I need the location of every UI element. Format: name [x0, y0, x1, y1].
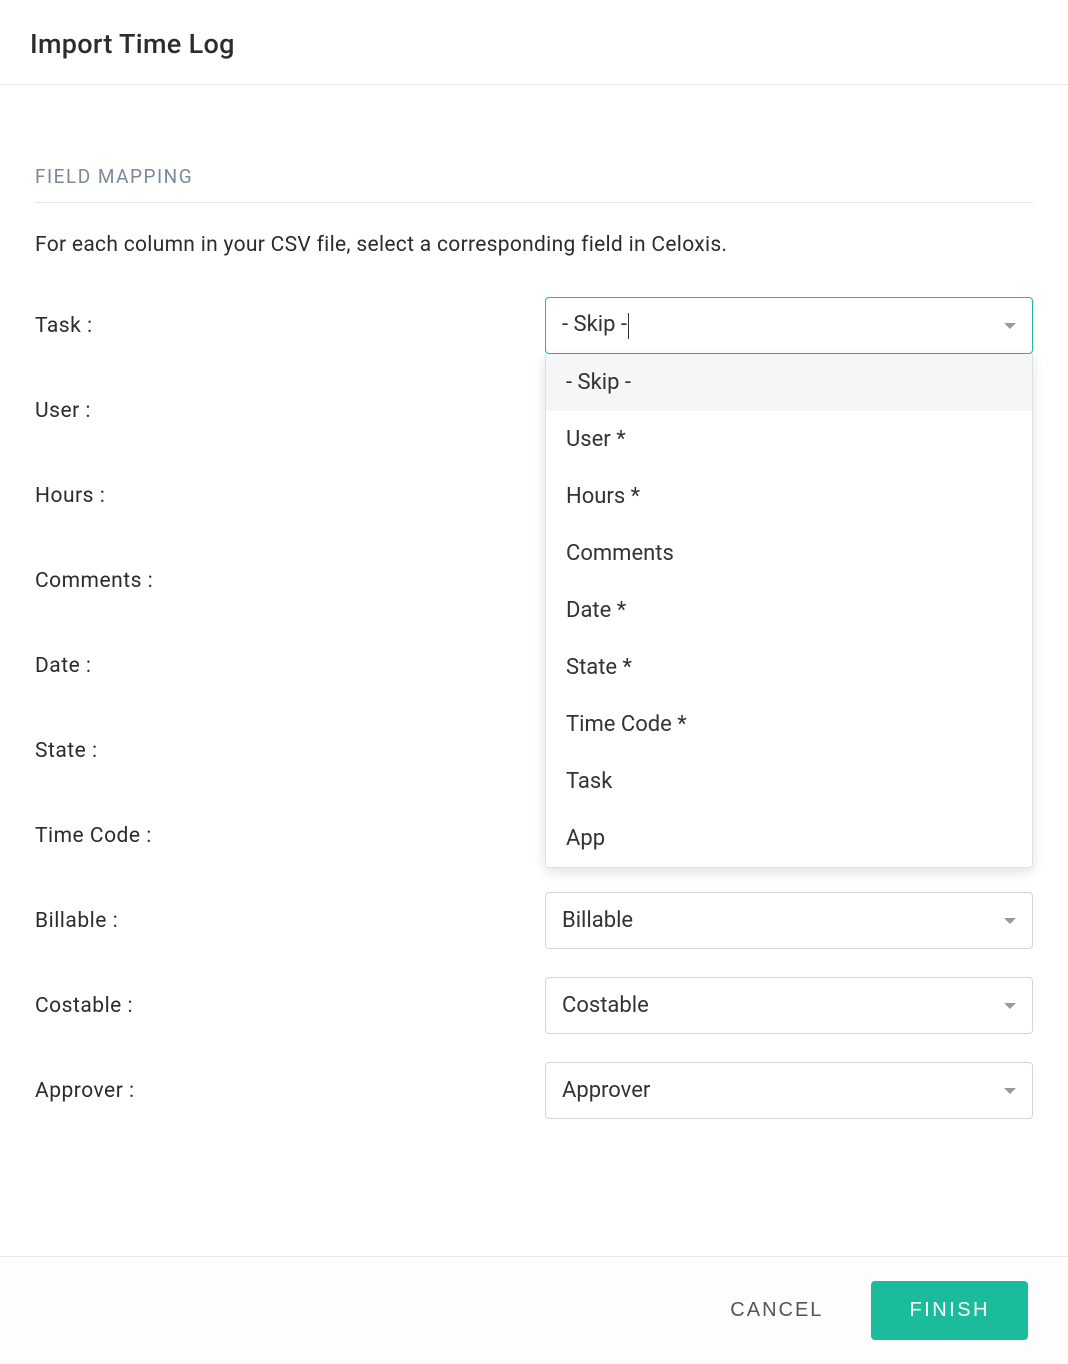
chevron-down-icon	[1004, 1003, 1016, 1009]
content-area: FIELD MAPPING For each column in your CS…	[0, 85, 1068, 1267]
dialog-header: Import Time Log	[0, 0, 1068, 85]
field-label: State :	[35, 739, 545, 763]
select-billable[interactable]: Billable	[545, 892, 1033, 949]
select-value: - Skip -	[562, 312, 992, 338]
finish-button[interactable]: FINISH	[871, 1281, 1028, 1340]
dropdown-option-user[interactable]: User *	[546, 411, 1032, 468]
section-title: FIELD MAPPING	[35, 165, 1033, 203]
field-label: Date :	[35, 654, 545, 678]
select-value: Approver	[562, 1078, 992, 1103]
cancel-button[interactable]: CANCEL	[722, 1285, 831, 1336]
field-row-task: Task : - Skip - - Skip - User * Hours * …	[35, 297, 1033, 354]
select-wrapper: Billable	[545, 892, 1033, 949]
field-row-costable: Costable : Costable	[35, 977, 1033, 1034]
field-label: Billable :	[35, 909, 545, 933]
field-label: Time Code :	[35, 824, 545, 848]
dropdown-option-comments[interactable]: Comments	[546, 525, 1032, 582]
dropdown-option-app[interactable]: App	[546, 810, 1032, 867]
select-wrapper-task: - Skip - - Skip - User * Hours * Comment…	[545, 297, 1033, 354]
page-title: Import Time Log	[30, 28, 1038, 60]
dropdown-menu: - Skip - User * Hours * Comments Date * …	[545, 354, 1033, 868]
field-row-approver: Approver : Approver	[35, 1062, 1033, 1119]
field-label: Approver :	[35, 1079, 545, 1103]
field-label: Task :	[35, 314, 545, 338]
chevron-down-icon	[1004, 918, 1016, 924]
select-task[interactable]: - Skip -	[545, 297, 1033, 354]
field-label: Hours :	[35, 484, 545, 508]
dropdown-option-state[interactable]: State *	[546, 639, 1032, 696]
dropdown-option-task[interactable]: Task	[546, 753, 1032, 810]
chevron-down-icon	[1004, 323, 1016, 329]
select-wrapper: Approver	[545, 1062, 1033, 1119]
field-label: Comments :	[35, 569, 545, 593]
dropdown-option-timecode[interactable]: Time Code *	[546, 696, 1032, 753]
select-wrapper: Costable	[545, 977, 1033, 1034]
select-value: Costable	[562, 993, 992, 1018]
text-cursor	[628, 313, 629, 339]
chevron-down-icon	[1004, 1088, 1016, 1094]
dropdown-option-hours[interactable]: Hours *	[546, 468, 1032, 525]
select-approver[interactable]: Approver	[545, 1062, 1033, 1119]
select-costable[interactable]: Costable	[545, 977, 1033, 1034]
dropdown-option-skip[interactable]: - Skip -	[546, 354, 1032, 411]
field-label: Costable :	[35, 994, 545, 1018]
section-description: For each column in your CSV file, select…	[35, 233, 1033, 257]
field-label: User :	[35, 399, 545, 423]
select-value: Billable	[562, 908, 992, 933]
field-row-billable: Billable : Billable	[35, 892, 1033, 949]
dialog-footer: CANCEL FINISH	[0, 1256, 1068, 1364]
dropdown-option-date[interactable]: Date *	[546, 582, 1032, 639]
